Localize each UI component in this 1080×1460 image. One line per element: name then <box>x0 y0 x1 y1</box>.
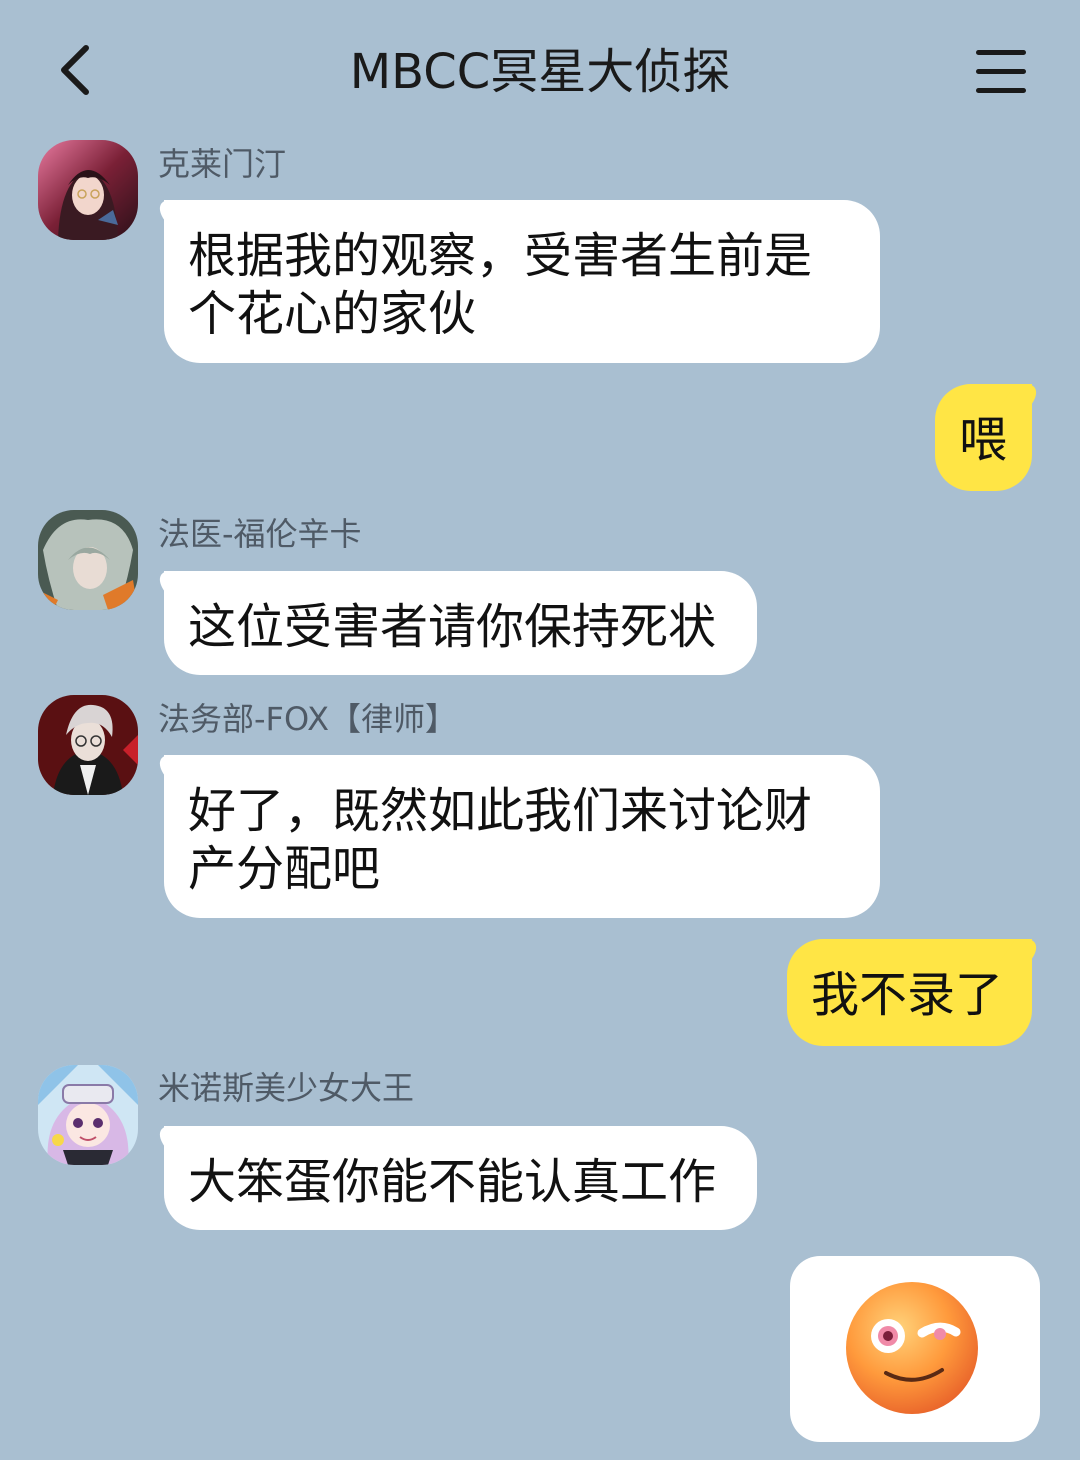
avatar-image <box>38 1065 138 1165</box>
sender-name: 法务部-FOX【律师】 <box>158 700 458 738</box>
message-text: 根据我的观察，受害者生前是 <box>188 228 813 284</box>
message-text: 喂 <box>959 412 1008 468</box>
chat-title: MBCC冥星大侦探 <box>349 44 731 100</box>
message-bubble[interactable]: 大笨蛋你能不能认真工作 <box>164 1126 757 1230</box>
avatar-lawyer-fox[interactable] <box>38 695 138 795</box>
message-bubble[interactable]: 这位受害者请你保持死状 <box>164 571 757 675</box>
avatar-forensic[interactable] <box>38 510 138 610</box>
hamburger-menu-icon <box>976 50 1026 93</box>
my-message-bubble[interactable]: 喂 <box>935 384 1032 491</box>
chat-header: MBCC冥星大侦探 <box>0 0 1080 140</box>
avatar-minos[interactable] <box>38 1065 138 1165</box>
sender-name: 克莱门汀 <box>158 145 287 183</box>
message-text: 我不录了 <box>811 967 1004 1023</box>
menu-button[interactable] <box>970 44 1032 100</box>
my-sticker-message[interactable] <box>790 1256 1040 1442</box>
message-text: 大笨蛋你能不能认真工作 <box>188 1154 717 1210</box>
message-text: 好了，既然如此我们来讨论财 <box>188 783 813 839</box>
message-text: 这位受害者请你保持死状 <box>188 599 717 655</box>
avatar-clementine[interactable] <box>38 140 138 240</box>
message-text: 个花心的家伙 <box>188 286 477 342</box>
message-bubble[interactable]: 根据我的观察，受害者生前是 个花心的家伙 <box>164 200 880 363</box>
avatar-image <box>38 695 138 795</box>
avatar-image <box>38 140 138 240</box>
message-text: 产分配吧 <box>188 841 381 897</box>
sender-name: 米诺斯美少女大王 <box>158 1069 415 1107</box>
smirk-emoji-icon <box>846 1282 978 1414</box>
sender-name: 法医-福伦辛卡 <box>158 515 362 553</box>
message-bubble[interactable]: 好了，既然如此我们来讨论财 产分配吧 <box>164 755 880 918</box>
my-message-bubble[interactable]: 我不录了 <box>787 939 1032 1046</box>
avatar-image <box>38 510 138 610</box>
